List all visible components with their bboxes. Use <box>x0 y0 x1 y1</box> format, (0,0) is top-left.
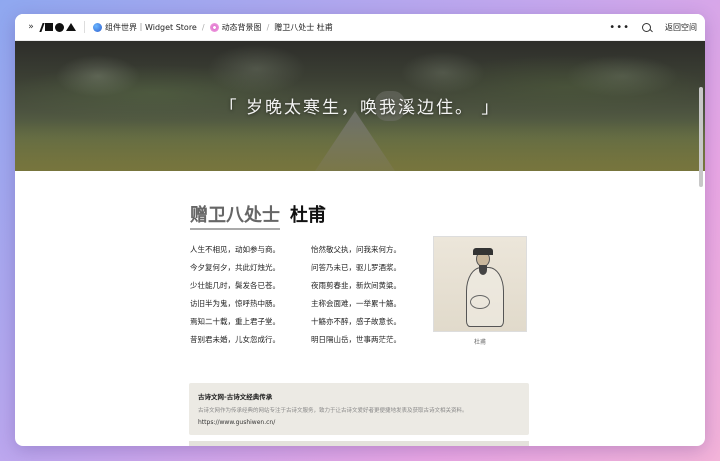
hero-quote: 「 岁晚太寒生，唤我溪边住。 」 <box>219 98 501 118</box>
poem-line: 怡然敬父执，问我来何方。 <box>311 245 401 254</box>
breadcrumb-label: 赠卫八处士 杜甫 <box>274 22 333 32</box>
poem-line: 人生不相见，动如参与商。 <box>190 245 280 254</box>
breadcrumb-label: 组件世界｜Widget Store <box>105 22 197 32</box>
app-logo[interactable] <box>39 22 76 32</box>
next-card-edge <box>189 441 529 446</box>
poem-title: 赠卫八处士 <box>190 201 280 230</box>
poem-line: 昔别君未婚，儿女忽成行。 <box>190 335 280 344</box>
poem-line: 今夕复何夕，共此灯烛光。 <box>190 263 280 272</box>
poem-column-left: 人生不相见，动如参与商。 今夕复何夕，共此灯烛光。 少壮能几时，鬓发各已苍。 访… <box>190 241 280 349</box>
page-icon <box>209 22 219 32</box>
breadcrumb-separator: / <box>201 22 205 32</box>
poem-heading: 赠卫八处士 杜甫 <box>190 201 326 230</box>
search-icon[interactable] <box>642 22 651 32</box>
poem-line: 明日隔山岳，世事两茫茫。 <box>311 335 401 344</box>
globe-icon <box>93 22 102 32</box>
breadcrumb-dynamic-background[interactable]: 动态背景图 <box>209 22 262 33</box>
poem-column-right: 怡然敬父执，问我来何方。 问答乃未已，驱儿罗酒浆。 夜雨剪春韭，新炊间黄粱。 主… <box>311 241 401 349</box>
portrait-caption: 杜甫 <box>473 339 486 346</box>
top-bar: » 组件世界｜Widget Store / 动态背景图 / 赠卫八处士 杜甫 •… <box>15 14 705 41</box>
poem-line: 焉知二十载，重上君子堂。 <box>190 317 280 326</box>
poem-line: 问答乃未已，驱儿罗酒浆。 <box>311 263 401 272</box>
app-window: » 组件世界｜Widget Store / 动态背景图 / 赠卫八处士 杜甫 •… <box>15 14 705 446</box>
poem-line: 十觞亦不醉，感子故意长。 <box>311 317 401 326</box>
poem-author: 杜甫 <box>290 205 326 226</box>
author-portrait <box>433 236 527 332</box>
page-content: 赠卫八处士 杜甫 人生不相见，动如参与商。 今夕复何夕，共此灯烛光。 少壮能几时… <box>15 171 705 446</box>
scrollbar[interactable] <box>699 87 703 187</box>
poem-line: 夜雨剪春韭，新炊间黄粱。 <box>311 281 401 290</box>
source-link-card[interactable]: 古诗文网-古诗文经典传承 古诗文网作为传承经典的网站专注于古诗文服务，致力于让古… <box>189 383 529 435</box>
breadcrumb-label: 动态背景图 <box>221 22 262 32</box>
poem-line: 访旧半为鬼，惊呼热中肠。 <box>190 299 280 308</box>
breadcrumb-widget-store[interactable]: 组件世界｜Widget Store <box>93 22 197 33</box>
back-to-space-button[interactable]: 返回空间 <box>665 22 697 33</box>
divider <box>84 21 85 33</box>
source-title: 古诗文网-古诗文经典传承 <box>198 393 273 401</box>
breadcrumb-current-page[interactable]: 赠卫八处士 杜甫 <box>274 22 333 33</box>
hero-banner: 「 岁晚太寒生，唤我溪边住。 」 <box>15 41 705 171</box>
source-url[interactable]: https://www.gushiwen.cn/ <box>198 419 520 426</box>
source-description: 古诗文网作为传承经典的网站专注于古诗文服务，致力于让古诗文爱好者更便捷地发表及获… <box>198 408 468 414</box>
more-options-icon[interactable]: ••• <box>609 22 630 33</box>
breadcrumb-separator: / <box>266 22 270 32</box>
expand-sidebar-icon[interactable]: » <box>23 22 37 32</box>
poem-line: 主称会面难，一举累十觞。 <box>311 299 401 308</box>
poem-line: 少壮能几时，鬓发各已苍。 <box>190 281 280 290</box>
